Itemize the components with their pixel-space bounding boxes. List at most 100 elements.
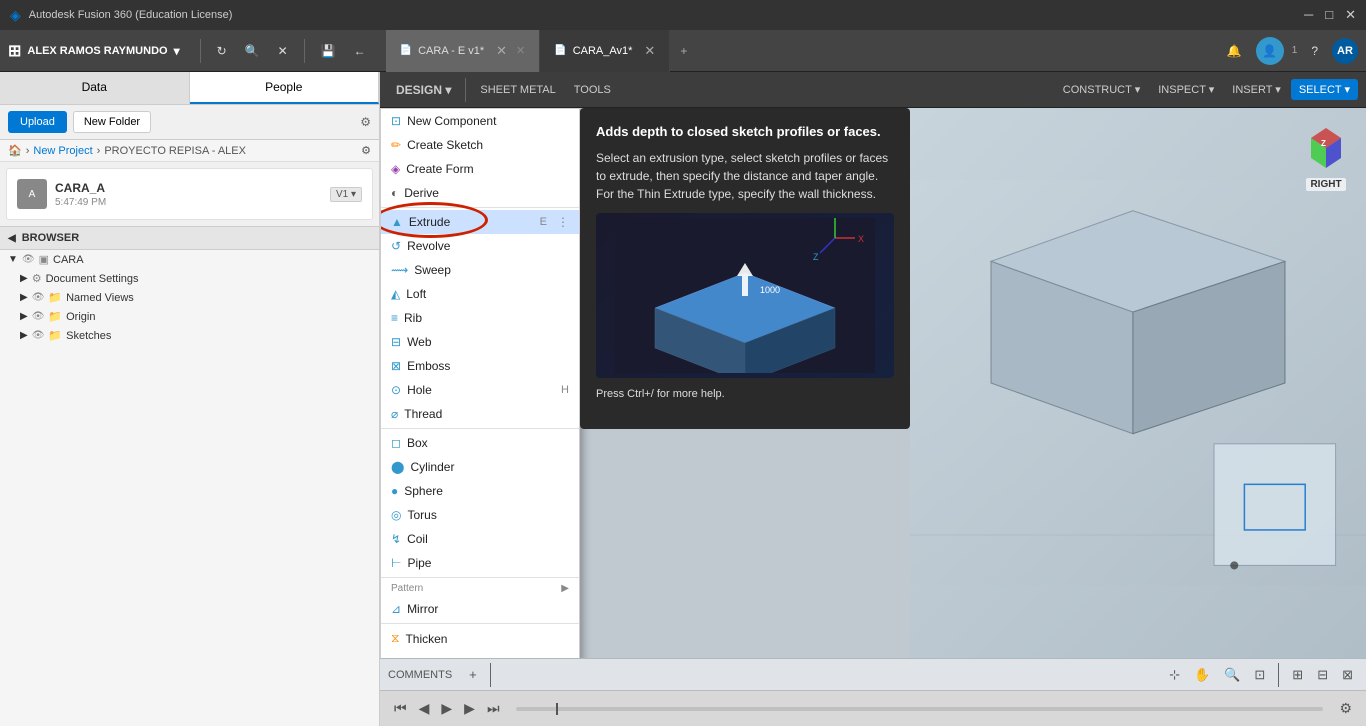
menu-item-torus[interactable]: ◎ Torus bbox=[381, 503, 579, 527]
menu-item-sweep[interactable]: ⟿ Sweep bbox=[381, 258, 579, 282]
navigate-button[interactable]: ⊹ bbox=[1164, 664, 1185, 686]
zoom-button[interactable]: 🔍 bbox=[1219, 664, 1245, 686]
menu-item-loft[interactable]: ◭ Loft bbox=[381, 282, 579, 306]
save-button[interactable]: 💾 bbox=[315, 40, 342, 62]
timeline-play-button[interactable]: ▶ bbox=[437, 698, 456, 719]
menu-label-hole: Hole bbox=[407, 383, 432, 397]
breadcrumb-settings-icon[interactable]: ⚙ bbox=[361, 144, 371, 157]
visibility-icon[interactable]: 👁 bbox=[22, 254, 35, 265]
create-sketch-icon: ✏ bbox=[391, 138, 401, 152]
settings-icon[interactable]: ⚙ bbox=[360, 115, 371, 129]
browser-header[interactable]: ◀ BROWSER bbox=[0, 227, 379, 250]
user-dropdown-icon[interactable]: ▾ bbox=[174, 44, 180, 58]
maximize-button[interactable]: □ bbox=[1325, 7, 1333, 23]
menu-item-cylinder[interactable]: ⬤ Cylinder bbox=[381, 455, 579, 479]
breadcrumb-project[interactable]: New Project bbox=[33, 145, 92, 157]
menu-item-coil[interactable]: ↯ Coil bbox=[381, 527, 579, 551]
menu-item-extrude[interactable]: ▲ Extrude E ⋮ bbox=[381, 210, 579, 234]
home-icon[interactable]: 🏠 bbox=[8, 144, 22, 157]
add-comment-button[interactable]: + bbox=[464, 664, 482, 685]
menu-item-create-form[interactable]: ◈ Create Form bbox=[381, 157, 579, 181]
tools-button[interactable]: TOOLS bbox=[566, 80, 619, 100]
browser-item-doc-settings[interactable]: ▶ ⚙ Document Settings bbox=[0, 269, 379, 288]
menu-item-new-component[interactable]: ⊡ New Component bbox=[381, 109, 579, 133]
derive-icon: ◐ bbox=[391, 186, 398, 200]
tab-close-icon[interactable]: ✕ bbox=[496, 43, 507, 59]
design-mode-label[interactable]: DESIGN ▾ bbox=[388, 80, 459, 100]
tab-data[interactable]: Data bbox=[0, 72, 190, 104]
tab-add-button[interactable]: + bbox=[670, 30, 697, 72]
timeline-prev-button[interactable]: ◀ bbox=[415, 698, 434, 719]
menu-item-emboss[interactable]: ⊠ Emboss bbox=[381, 354, 579, 378]
tab-cara-e[interactable]: 📄 CARA - E v1* ✕ ✕ bbox=[386, 30, 541, 72]
menu-item-hole[interactable]: ⊙ Hole H bbox=[381, 378, 579, 402]
menu-item-pipe[interactable]: ⊢ Pipe bbox=[381, 551, 579, 575]
minimize-button[interactable]: ─ bbox=[1304, 7, 1313, 23]
version-badge[interactable]: V1 ▾ bbox=[330, 187, 362, 202]
close-panel-button[interactable]: ✕ bbox=[272, 40, 294, 62]
tab-delete-icon[interactable]: ✕ bbox=[516, 44, 525, 57]
fit-button[interactable]: ⊡ bbox=[1249, 664, 1270, 686]
upload-button[interactable]: Upload bbox=[8, 111, 67, 133]
search-button[interactable]: 🔍 bbox=[239, 40, 266, 62]
timeline-next-button[interactable]: ▶ bbox=[460, 698, 479, 719]
timeline-start-button[interactable]: ⏮ bbox=[390, 698, 411, 719]
menu-item-revolve[interactable]: ↺ Revolve bbox=[381, 234, 579, 258]
timeline-end-button[interactable]: ⏭ bbox=[483, 698, 504, 719]
viewport-3d[interactable]: Z RIGHT bbox=[910, 108, 1366, 658]
apps-grid-icon[interactable]: ⊞ bbox=[8, 41, 21, 61]
refresh-button[interactable]: ↻ bbox=[211, 40, 233, 62]
menu-item-box[interactable]: ◻ Box bbox=[381, 431, 579, 455]
menu-label-revolve: Revolve bbox=[407, 239, 450, 253]
thicken-icon: ⧖ bbox=[391, 631, 399, 646]
menu-item-mirror[interactable]: ⊿ Mirror bbox=[381, 597, 579, 621]
browser-item-named-views[interactable]: ▶ 👁 📁 Named Views bbox=[0, 288, 379, 307]
menu-section-pattern[interactable]: Pattern ▶ bbox=[381, 580, 579, 597]
new-component-icon: ⊡ bbox=[391, 114, 401, 128]
browser-item-sketches[interactable]: ▶ 👁 📁 Sketches bbox=[0, 326, 379, 345]
help-button[interactable]: ? bbox=[1305, 40, 1324, 62]
tab-close-icon-2[interactable]: ✕ bbox=[644, 43, 655, 59]
tab-people[interactable]: People bbox=[190, 72, 380, 104]
sheet-metal-button[interactable]: SHEET METAL bbox=[472, 80, 563, 100]
breadcrumb-sep-1: › bbox=[26, 145, 30, 157]
notification-button[interactable]: 🔔 bbox=[1221, 40, 1248, 62]
timeline-settings-button[interactable]: ⚙ bbox=[1335, 698, 1356, 719]
menu-item-web[interactable]: ⊟ Web bbox=[381, 330, 579, 354]
sec-divider bbox=[465, 78, 466, 102]
construct-button[interactable]: CONSTRUCT ▾ bbox=[1055, 79, 1148, 100]
display-settings-button[interactable]: ⊞ bbox=[1287, 664, 1308, 686]
menu-item-boundary-fill[interactable]: ◑ Boundary Fill bbox=[381, 651, 579, 658]
grid-button[interactable]: ⊟ bbox=[1312, 664, 1333, 686]
emboss-icon: ⊠ bbox=[391, 359, 401, 373]
tab-icon-2: 📄 bbox=[554, 45, 566, 56]
insert-button[interactable]: INSERT ▾ bbox=[1224, 79, 1289, 100]
expand-icon-3: ▶ bbox=[20, 311, 28, 322]
tab-cara-a[interactable]: 📄 CARA_Av1* ✕ bbox=[540, 30, 670, 72]
select-button[interactable]: SELECT ▾ bbox=[1291, 79, 1358, 100]
menu-item-derive[interactable]: ◐ Derive bbox=[381, 181, 579, 205]
menu-item-rib[interactable]: ≡ Rib bbox=[381, 306, 579, 330]
close-button[interactable]: ✕ bbox=[1345, 7, 1356, 23]
menu-options-icon[interactable]: ⋮ bbox=[557, 215, 569, 229]
menu-item-thicken[interactable]: ⧖ Thicken bbox=[381, 626, 579, 651]
pan-button[interactable]: ✋ bbox=[1189, 664, 1215, 686]
browser-item-origin[interactable]: ▶ 👁 📁 Origin bbox=[0, 307, 379, 326]
menu-item-sphere[interactable]: ● Sphere bbox=[381, 479, 579, 503]
visibility-icon-4[interactable]: 👁 bbox=[32, 330, 45, 341]
loft-icon: ◭ bbox=[391, 287, 400, 301]
inspect-button[interactable]: INSPECT ▾ bbox=[1150, 79, 1222, 100]
back-button[interactable]: ← bbox=[348, 40, 372, 62]
more-settings-button[interactable]: ⊠ bbox=[1337, 664, 1358, 686]
timeline-track[interactable] bbox=[516, 707, 1324, 711]
new-folder-button[interactable]: New Folder bbox=[73, 111, 151, 133]
visibility-icon-3[interactable]: 👁 bbox=[32, 311, 45, 322]
user-initials-badge[interactable]: AR bbox=[1332, 38, 1358, 64]
pattern-arrow: ▶ bbox=[561, 583, 569, 594]
file-item[interactable]: A CARA_A 5:47:49 PM V1 ▾ bbox=[6, 168, 373, 220]
browser-item-cara[interactable]: ▼ 👁 ▣ CARA bbox=[0, 250, 379, 269]
menu-item-create-sketch[interactable]: ✏ Create Sketch bbox=[381, 133, 579, 157]
visibility-icon-2[interactable]: 👁 bbox=[32, 292, 45, 303]
account-button[interactable]: 👤 bbox=[1256, 37, 1284, 65]
menu-item-thread[interactable]: ⌀ Thread bbox=[381, 402, 579, 426]
